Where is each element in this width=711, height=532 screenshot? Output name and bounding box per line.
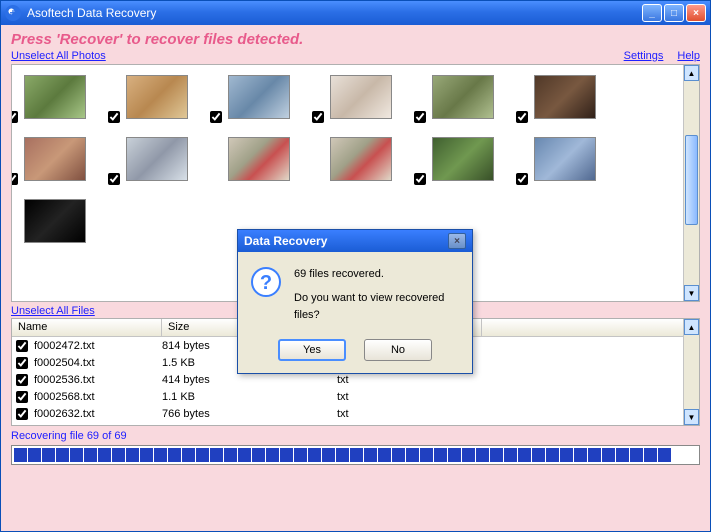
titlebar: + Asoftech Data Recovery _ □ × [1,1,710,25]
window-title: Asoftech Data Recovery [27,6,642,20]
maximize-button[interactable]: □ [664,4,684,22]
photo-checkbox[interactable] [414,111,426,123]
file-name: f0002632.txt [32,408,162,420]
photo-checkbox[interactable] [414,173,426,185]
unselect-all-files-link[interactable]: Unselect All Files [11,305,95,317]
progress-block [14,448,27,462]
file-row[interactable]: f0002568.txt1.1 KBtxt [12,388,699,405]
file-checkbox[interactable] [16,391,28,403]
close-button[interactable]: × [686,4,706,22]
dialog-message: 69 files recovered. Do you want to view … [294,266,460,325]
svg-text:?: ? [260,272,272,294]
yes-button[interactable]: Yes [278,339,346,361]
dialog-title: Data Recovery [244,234,448,248]
progress-bar [11,445,700,465]
app-icon: + [5,5,21,21]
file-row[interactable]: f0002632.txt766 bytestxt [12,405,699,422]
settings-link[interactable]: Settings [624,50,664,62]
photo-thumbnail[interactable] [432,75,494,119]
photo-thumbnail[interactable] [24,199,86,243]
photo-thumbnail[interactable] [228,75,290,119]
unselect-all-photos-link[interactable]: Unselect All Photos [11,50,106,62]
photo-item[interactable] [432,137,494,181]
photo-checkbox[interactable] [210,111,222,123]
dialog-close-button[interactable]: × [448,233,466,249]
photo-item[interactable] [24,137,86,181]
file-scrollbar[interactable]: ▲ ▼ [683,319,699,425]
file-size: 766 bytes [162,408,337,420]
photo-checkbox[interactable] [108,111,120,123]
photo-scrollbar[interactable]: ▲ ▼ [683,65,699,301]
file-name: f0002472.txt [32,340,162,352]
photo-checkbox[interactable] [108,173,120,185]
photo-item[interactable] [24,75,86,119]
column-name[interactable]: Name [12,319,162,336]
photo-thumbnail[interactable] [228,137,290,181]
photo-thumbnail[interactable] [24,137,86,181]
photo-thumbnail[interactable] [432,137,494,181]
question-icon: ? [250,266,282,298]
dialog-line1: 69 files recovered. [294,266,460,284]
scroll-up-icon[interactable]: ▲ [684,319,699,335]
column-blank [482,319,699,336]
photo-checkbox[interactable] [312,111,324,123]
file-ext: txt [337,391,482,403]
file-checkbox[interactable] [16,374,28,386]
dialog-line2: Do you want to view recovered files? [294,290,460,325]
photo-checkbox[interactable] [11,173,18,185]
scroll-down-icon[interactable]: ▼ [684,285,699,301]
minimize-button[interactable]: _ [642,4,662,22]
dialog-titlebar: Data Recovery × [238,230,472,252]
photo-checkbox[interactable] [516,173,528,185]
photo-checkbox[interactable] [516,111,528,123]
app-window: + Asoftech Data Recovery _ □ × Press 'Re… [0,0,711,532]
file-name: f0002536.txt [32,374,162,386]
photo-thumbnail[interactable] [330,75,392,119]
file-ext: txt [337,374,482,386]
photo-item[interactable] [228,137,290,181]
file-name: f0002568.txt [32,391,162,403]
photo-thumbnail[interactable] [126,137,188,181]
recovery-dialog: Data Recovery × ? 69 files recovered. Do… [237,229,473,374]
file-size: 1.1 KB [162,391,337,403]
photo-item[interactable] [228,75,290,119]
photo-item[interactable] [534,137,596,181]
photo-checkbox[interactable] [11,111,18,123]
photo-item[interactable] [330,75,392,119]
photo-thumbnail[interactable] [534,137,596,181]
file-checkbox[interactable] [16,408,28,420]
no-button[interactable]: No [364,339,432,361]
instruction-text: Press 'Recover' to recover files detecte… [11,31,700,48]
photo-item[interactable] [534,75,596,119]
photo-item[interactable] [126,75,188,119]
file-checkbox[interactable] [16,357,28,369]
file-checkbox[interactable] [16,340,28,352]
scroll-up-icon[interactable]: ▲ [684,65,699,81]
photo-thumbnail[interactable] [24,75,86,119]
photo-thumbnail[interactable] [534,75,596,119]
status-text: Recovering file 69 of 69 [11,430,700,442]
photo-thumbnail[interactable] [126,75,188,119]
scroll-thumb[interactable] [685,135,698,225]
file-size: 414 bytes [162,374,337,386]
file-ext: txt [337,408,482,420]
photo-thumbnail[interactable] [330,137,392,181]
scroll-down-icon[interactable]: ▼ [684,409,699,425]
photo-item[interactable] [126,137,188,181]
help-link[interactable]: Help [677,50,700,62]
file-name: f0002504.txt [32,357,162,369]
photo-item[interactable] [330,137,392,181]
photo-item[interactable] [24,199,86,243]
photo-item[interactable] [432,75,494,119]
